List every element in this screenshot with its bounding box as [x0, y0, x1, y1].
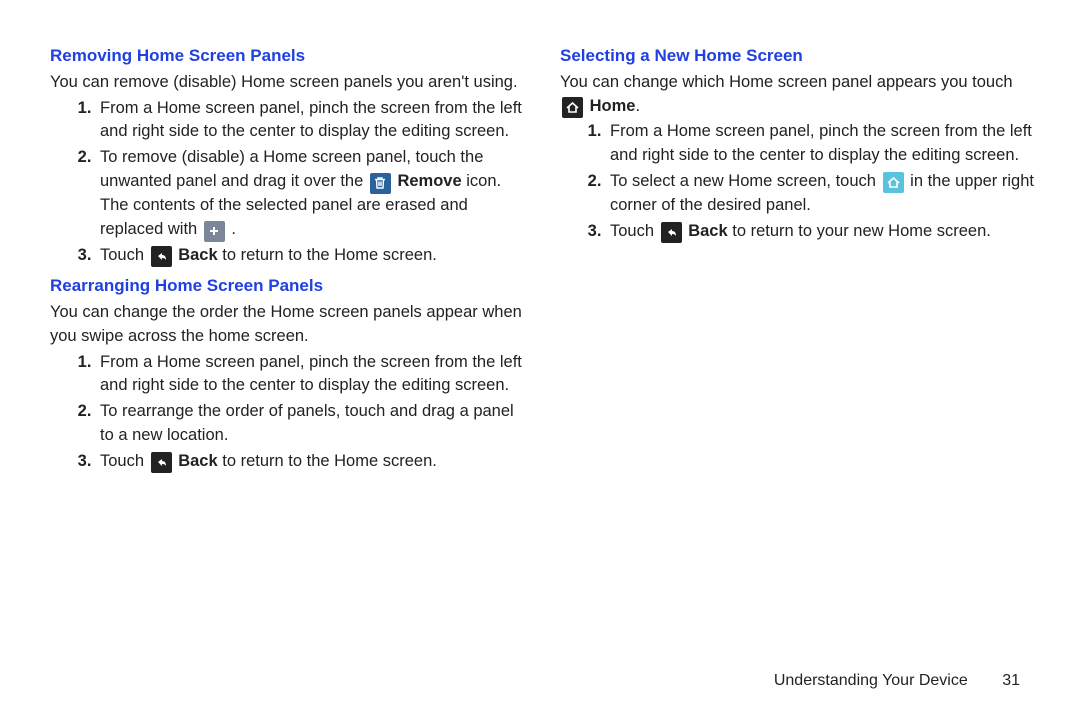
page-footer: Understanding Your Device 31 [774, 672, 1020, 690]
steps-removing: From a Home screen panel, pinch the scre… [50, 97, 530, 268]
heading-selecting: Selecting a New Home Screen [560, 44, 1040, 69]
intro-selecting: You can change which Home screen panel a… [560, 71, 1040, 119]
page-number: 31 [1002, 672, 1020, 689]
footer-label: Understanding Your Device [774, 672, 968, 689]
intro-rearranging: You can change the order the Home screen… [50, 301, 530, 349]
back-icon [151, 246, 172, 267]
intro-removing: You can remove (disable) Home screen pan… [50, 71, 530, 95]
list-item: To rearrange the order of panels, touch … [96, 400, 530, 448]
back-icon [661, 222, 682, 243]
list-item: To remove (disable) a Home screen panel,… [96, 146, 530, 242]
list-item: Touch Back to return to the Home screen. [96, 244, 530, 268]
list-item: From a Home screen panel, pinch the scre… [606, 120, 1040, 168]
steps-selecting: From a Home screen panel, pinch the scre… [560, 120, 1040, 244]
heading-removing: Removing Home Screen Panels [50, 44, 530, 69]
list-item: From a Home screen panel, pinch the scre… [96, 351, 530, 399]
home-select-icon [883, 172, 904, 193]
heading-rearranging: Rearranging Home Screen Panels [50, 274, 530, 299]
list-item: To select a new Home screen, touch in th… [606, 170, 1040, 218]
list-item: Touch Back to return to the Home screen. [96, 450, 530, 474]
home-icon [562, 97, 583, 118]
list-item: Touch Back to return to your new Home sc… [606, 220, 1040, 244]
trash-icon [370, 173, 391, 194]
back-icon [151, 452, 172, 473]
right-column: Selecting a New Home Screen You can chan… [560, 40, 1040, 480]
list-item: From a Home screen panel, pinch the scre… [96, 97, 530, 145]
steps-rearranging: From a Home screen panel, pinch the scre… [50, 351, 530, 475]
left-column: Removing Home Screen Panels You can remo… [50, 40, 530, 480]
plus-icon [204, 221, 225, 242]
